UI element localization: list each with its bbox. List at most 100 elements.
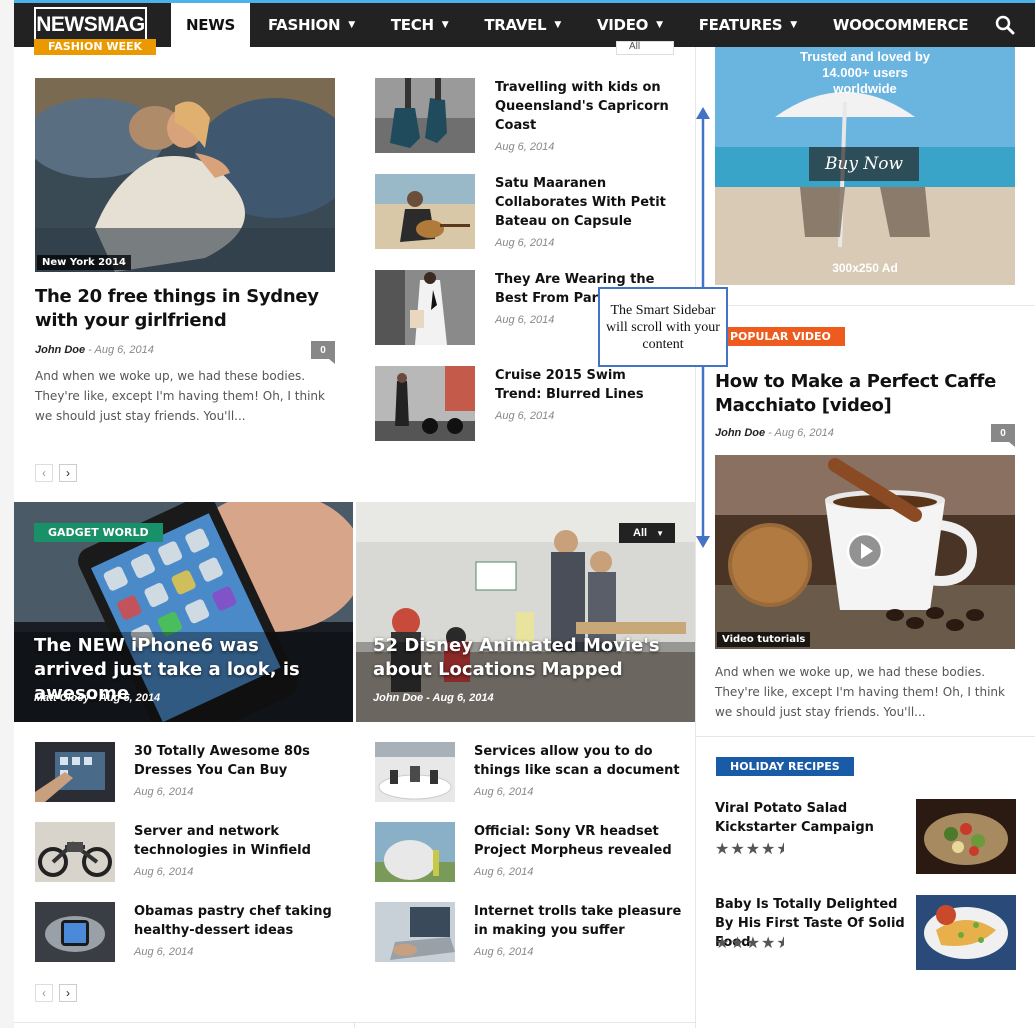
author-link[interactable]: John Doe [35,344,85,356]
filter-label: All [633,527,648,539]
salad-photo [916,799,1016,874]
star-rating: ★★★★★ [715,933,784,953]
menu-item-news[interactable]: NEWS [171,3,250,47]
list-item-date: Aug 6, 2014 [495,141,555,153]
play-icon[interactable] [846,532,884,570]
list-item-date: Aug 6, 2014 [495,410,555,422]
thumb-image[interactable] [375,174,475,249]
divider [696,736,1035,737]
pager-prev-button[interactable]: ‹ [35,984,53,1002]
list-item-date: Aug 6, 2014 [495,237,555,249]
recipe-title[interactable]: Viral Potato Salad Kickstarter Campaign [715,799,895,837]
author-link[interactable]: John Doe [373,692,423,704]
filter-dropdown[interactable]: All ▼ [619,523,675,543]
category-label-fashion[interactable]: FASHION WEEK [34,39,157,55]
list-item-title[interactable]: Services allow you to do things like sca… [474,742,684,780]
author-link[interactable]: Matt Cloey [34,692,90,704]
pager-prev-button[interactable]: ‹ [35,464,53,482]
guitar-photo [375,174,475,249]
divider [696,305,1035,306]
menu-label: VIDEO [596,16,649,34]
pager-next-button[interactable]: › [59,984,77,1002]
recipe-thumb[interactable] [916,895,1016,970]
list-item-title[interactable]: 30 Totally Awesome 80s Dresses You Can B… [134,742,344,780]
video-thumbnail[interactable]: Video tutorials [715,455,1015,649]
filter-dropdown[interactable]: All [616,41,674,55]
thumb-image[interactable] [375,366,475,441]
motorbike-photo [35,822,115,882]
list-item-date: Aug 6, 2014 [495,314,555,326]
thumb-image[interactable] [35,902,115,962]
site-logo[interactable]: NEWSMAG [34,7,147,43]
list-item-date: Aug 6, 2014 [134,946,194,958]
list-item-title[interactable]: Travelling with kids on Queensland's Cap… [495,78,675,135]
ad-banner[interactable]: Trusted and loved by 14.000+ users world… [715,47,1015,285]
divider [354,1022,355,1028]
article-excerpt: And when we woke up, we had these bodies… [35,369,325,423]
category-label-gadget[interactable]: GADGET WORLD [34,523,163,542]
menu-item-features[interactable]: FEATURES ▼ [681,3,815,47]
comment-count[interactable]: 0 [991,424,1015,447]
list-item-date: Aug 6, 2014 [474,786,534,798]
article-date: Aug 6, 2014 [774,427,834,439]
recipe-thumb[interactable] [916,799,1016,874]
article-date: Aug 6, 2014 [99,692,161,704]
image-tag: New York 2014 [37,255,131,270]
fashion-photo [35,78,335,272]
list-item-title[interactable]: Satu Maaranen Collaborates With Petit Ba… [495,174,675,231]
list-item-title[interactable]: Internet trolls take pleasure in making … [474,902,684,940]
menu-label: TECH [390,16,434,34]
video-title[interactable]: How to Make a Perfect Caffe Macchiato [v… [715,370,1015,418]
video-meta: John Doe - Aug 6, 2014 [715,427,834,439]
menu-item-tech[interactable]: TECH ▼ [373,3,466,47]
image-tag: Video tutorials [717,632,811,647]
menu-item-woocommerce[interactable]: WOOCOMMERCE [815,3,986,47]
thumb-image[interactable] [375,270,475,345]
pager-next-button[interactable]: › [59,464,77,482]
category-label-video[interactable]: POPULAR VIDEO [716,327,845,346]
menu-label: TRAVEL [484,16,547,34]
half-star-icon: ★ [776,839,784,859]
thumb-image[interactable] [375,742,455,802]
menu-label: WOOCOMMERCE [832,16,969,34]
main-menu: NEWS FASHION ▼ TECH ▼ TRAVEL ▼ VIDEO ▼ FEATU… [171,3,986,47]
ad-size-label: 300x250 Ad [832,261,898,275]
main-content: FASHION WEEK All New York 2014 The 20 fr… [14,39,695,1028]
category-label-recipes[interactable]: HOLIDAY RECIPES [716,757,854,776]
thumb-image[interactable] [375,822,455,882]
list-item-title[interactable]: Obamas pastry chef taking healthy-desser… [134,902,344,940]
list-item-date: Aug 6, 2014 [474,946,534,958]
comment-count[interactable]: 0 [311,341,335,364]
star-rating: ★★★★★ [715,839,784,859]
search-icon[interactable] [995,15,1015,35]
street-photo [375,366,475,441]
half-star-icon: ★ [776,933,784,953]
author-link[interactable]: John Doe [715,427,765,439]
buy-now-button[interactable]: Buy Now [809,147,919,181]
vr-event-photo [375,822,455,882]
thumb-image[interactable] [375,902,455,962]
list-item-title[interactable]: Official: Sony VR headset Project Morphe… [474,822,684,860]
menu-label: NEWS [186,16,235,34]
thumb-image[interactable] [35,742,115,802]
paris-photo [375,270,475,345]
menu-item-fashion[interactable]: FASHION ▼ [250,3,373,47]
list-item-title[interactable]: Server and network technologies in Winfi… [134,822,344,860]
article-title[interactable]: The 20 free things in Sydney with your g… [35,285,340,333]
menu-label: FEATURES [698,16,783,34]
food-photo [916,895,1016,970]
thumb-image[interactable] [375,78,475,153]
menu-item-travel[interactable]: TRAVEL ▼ [466,3,579,47]
article-image[interactable]: New York 2014 [35,78,335,272]
main-nav: NEWSMAG NEWS FASHION ▼ TECH ▼ TRAVEL ▼ VIDE… [14,3,1035,47]
ad-tagline: Trusted and loved by 14.000+ users world… [799,49,931,96]
list-item-title[interactable]: Cruise 2015 Swim Trend: Blurred Lines [495,366,675,404]
list-item-date: Aug 6, 2014 [474,866,534,878]
smart-sidebar-callout: The Smart Sidebar will scroll with your … [598,287,728,367]
feature-meta: Matt Cloey - Aug 6, 2014 [34,692,161,704]
thumb-image[interactable] [35,822,115,882]
laptop-photo [375,902,455,962]
video-excerpt: And when we woke up, we had these bodies… [715,665,1005,719]
feature-title[interactable]: 52 Disney Animated Movie's about Locatio… [373,634,673,682]
smartwatch-photo [35,902,115,962]
